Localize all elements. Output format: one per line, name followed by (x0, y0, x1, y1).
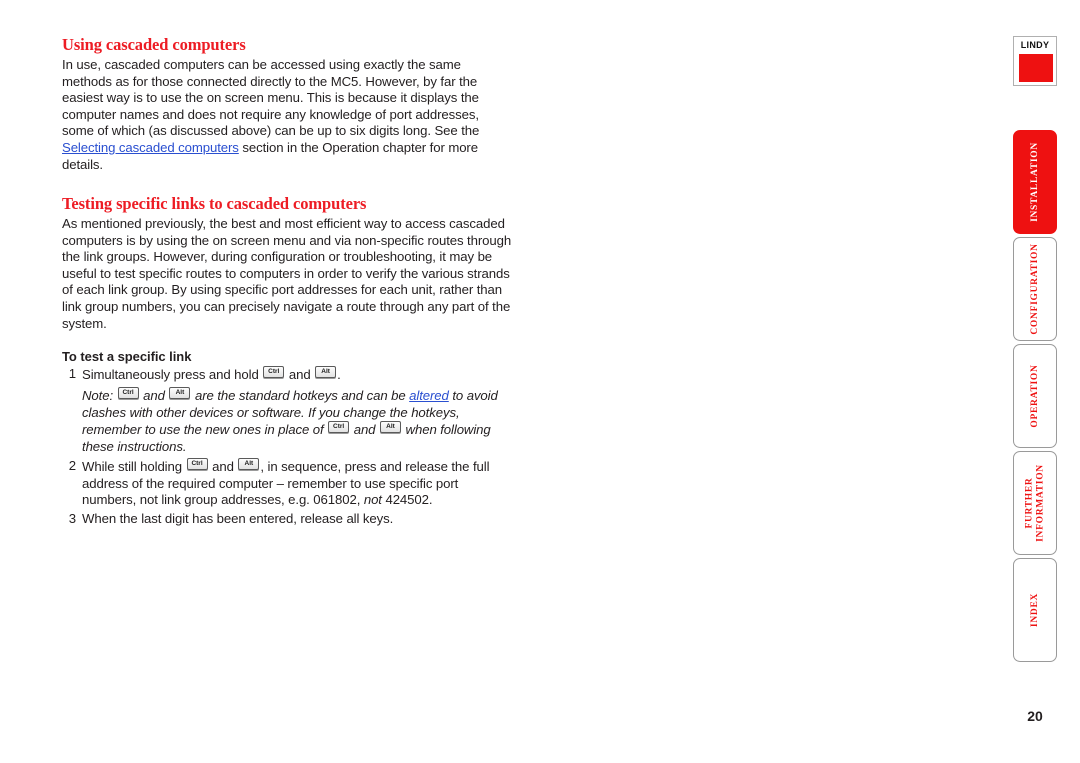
lindy-logo-square (1019, 54, 1053, 82)
heading-testing-specific-links: Testing specific links to cascaded compu… (62, 194, 367, 214)
page-number: 20 (1027, 708, 1043, 724)
tab-index-label: INDEX (1029, 592, 1040, 628)
paragraph-1-text-before-link: In use, cascaded computers can be access… (62, 56, 480, 139)
step-3-text: When the last digit has been entered, re… (82, 510, 394, 526)
note-between-keys-2: and (350, 422, 379, 438)
lindy-logo: LINDY (1013, 36, 1057, 86)
page-text-column: Using cascaded computers In use, cascade… (62, 35, 514, 529)
sub-heading-to-test-a-specific-link: To test a specific link (62, 349, 192, 365)
step-number-3: 3 (68, 510, 76, 526)
paragraph-using-cascaded-computers: In use, cascaded computers can be access… (62, 57, 514, 173)
step-number-1: 1 (68, 366, 76, 382)
tab-further-information[interactable]: FURTHER INFORMATION (1013, 451, 1057, 555)
tab-installation[interactable]: INSTALLATION (1013, 130, 1057, 234)
tab-operation[interactable]: OPERATION (1013, 344, 1057, 448)
step-item-1: 1 Simultaneously press and hold Ctrl and … (62, 366, 514, 456)
ctrl-key-icon: Ctrl (117, 386, 139, 399)
tab-further-information-label: FURTHER INFORMATION (1024, 464, 1046, 542)
note-between-keys: and (139, 387, 169, 403)
step-number-2: 2 (68, 458, 76, 474)
note-hotkeys: Note: Ctrl and Alt are the standard hotk… (82, 386, 514, 456)
step-2-text-before-key: While still holding (82, 459, 186, 475)
alt-key-icon: Alt (379, 421, 401, 434)
link-selecting-cascaded-computers[interactable]: Selecting cascaded computers (62, 140, 239, 155)
alt-key-icon: Alt (238, 458, 260, 471)
step-1-text-before-key: Simultaneously press and hold (82, 367, 263, 383)
step-1-text-after-key: . (337, 367, 341, 383)
step-2-italic-not: not (363, 492, 382, 508)
note-lead: Note: (82, 387, 117, 403)
steps-list: 1 Simultaneously press and hold Ctrl and … (62, 366, 514, 527)
tab-configuration[interactable]: CONFIGURATION (1013, 237, 1057, 341)
step-item-3: 3 When the last digit has been entered, r… (62, 511, 514, 528)
alt-key-icon: Alt (315, 366, 337, 379)
step-item-2: 2 While still holding Ctrl and Alt, in se… (62, 458, 514, 509)
tab-installation-label: INSTALLATION (1029, 142, 1040, 222)
chapter-tabs: INSTALLATION CONFIGURATION OPERATION FUR… (1013, 130, 1057, 665)
tab-index[interactable]: INDEX (1013, 558, 1057, 662)
note-after-keys: are the standard hotkeys and can be (191, 387, 410, 403)
link-altered[interactable]: altered (409, 388, 449, 403)
paragraph-testing-specific-links: As mentioned previously, the best and mo… (62, 216, 512, 331)
alt-key-icon: Alt (169, 386, 191, 399)
tab-operation-label: OPERATION (1029, 364, 1040, 428)
ctrl-key-icon: Ctrl (328, 421, 350, 434)
tab-configuration-label: CONFIGURATION (1029, 243, 1040, 335)
ctrl-key-icon: Ctrl (263, 366, 285, 379)
ctrl-key-icon: Ctrl (186, 458, 208, 471)
step-2-text-between-keys: and (208, 459, 238, 475)
step-2-text-end: 424502. (381, 492, 433, 508)
right-rail: LINDY INSTALLATION CONFIGURATION OPERATI… (1013, 0, 1059, 763)
heading-using-cascaded-computers: Using cascaded computers (62, 35, 246, 54)
step-1-text-between-keys: and (285, 367, 315, 383)
lindy-wordmark: LINDY (1020, 40, 1050, 50)
